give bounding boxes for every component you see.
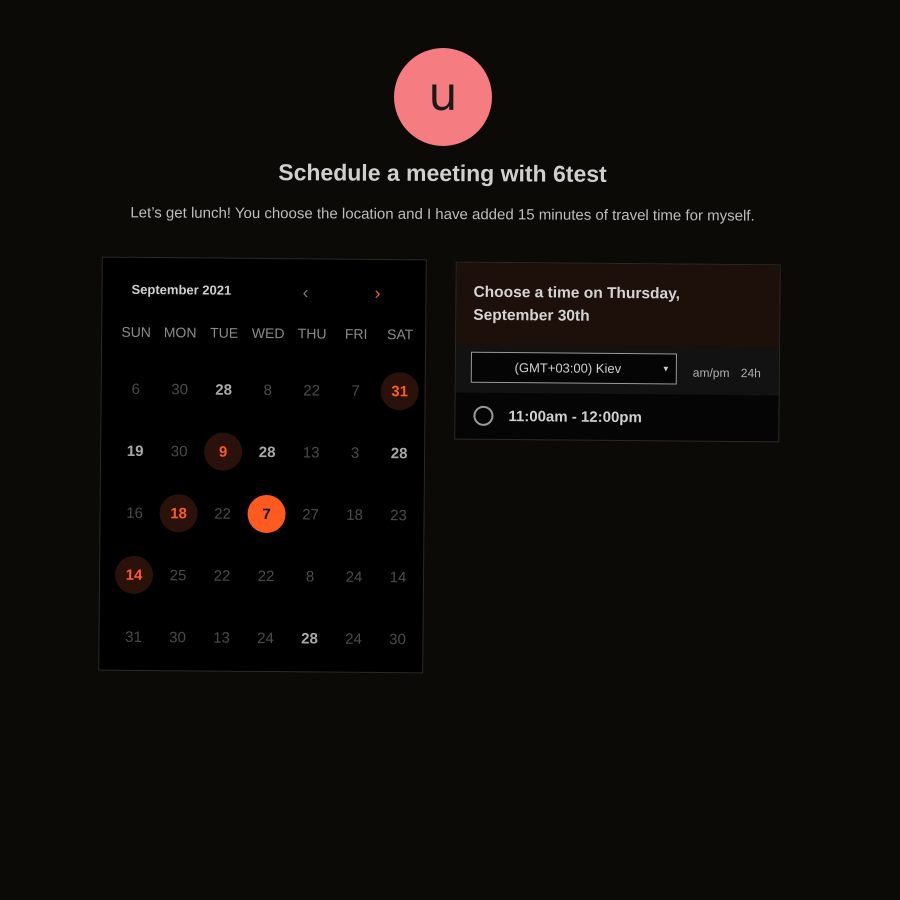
avatar-letter: u <box>428 67 458 121</box>
weekday-label: SAT <box>386 326 414 343</box>
time-panel-header: Choose a time on Thursday, September 30t… <box>456 262 780 348</box>
calendar-day-label: 14 <box>114 555 154 595</box>
calendar-day: 16 <box>112 482 157 544</box>
calendar-day: 19 <box>113 420 158 482</box>
calendar-day: 27 <box>288 483 333 545</box>
calendar-day-label: 30 <box>169 628 186 646</box>
calendar-day-label: 6 <box>131 380 140 398</box>
calendar-day-label: 7 <box>247 494 286 534</box>
calendar-day-label: 30 <box>171 380 189 398</box>
calendar-day-label: 31 <box>380 372 419 411</box>
calendar-day-label: 30 <box>389 630 406 648</box>
radio-button[interactable] <box>473 405 494 426</box>
calendar-day: 18 <box>332 484 377 546</box>
format-24h-toggle[interactable]: 24h <box>741 366 761 380</box>
calendar-day-label: 28 <box>215 381 233 399</box>
calendar-day: 22 <box>289 359 334 421</box>
calendar-day: 30 <box>157 420 202 482</box>
calendar-day: 7 <box>333 360 378 422</box>
calendar-day-label: 18 <box>159 494 198 533</box>
calendar-day: 8 <box>245 359 290 421</box>
calendar-day: 13 <box>199 606 244 668</box>
calendar-day-label: 8 <box>305 567 315 585</box>
calendar-day-label: 8 <box>263 381 272 399</box>
calendar-day-label: 31 <box>125 628 142 646</box>
calendar-day-label: 14 <box>389 568 407 586</box>
calendar-day: 22 <box>200 544 245 606</box>
calendar-day-label: 24 <box>257 629 274 647</box>
calendar-day: 13 <box>289 421 334 483</box>
calendar-day-label: 18 <box>346 506 363 524</box>
calendar-day-label: 22 <box>303 381 321 399</box>
calendar-day: 23 <box>376 484 421 546</box>
weekday-label: WED <box>251 324 285 342</box>
calendar-day-label: 28 <box>301 629 318 647</box>
calendar-day-label: 13 <box>213 629 230 647</box>
weekday-label: THU <box>297 325 327 342</box>
calendar-days-grid: 6 30 28 8 22 7 31 19 30 9 28 13 3 28 16 18 22 7 27 18 23 14 25… <box>111 358 422 671</box>
calendar-day[interactable]: 9 <box>201 420 246 482</box>
calendar-day[interactable]: 18 <box>156 482 201 544</box>
weekday-label: MON <box>163 324 197 341</box>
time-slot[interactable]: 11:00am - 12:00pm <box>455 393 778 442</box>
calendar-day: 28 <box>201 358 246 420</box>
time-panel-heading: Choose a time on Thursday, September 30t… <box>473 283 681 325</box>
calendar-day: 31 <box>111 606 156 668</box>
calendar-day: 24 <box>332 546 377 608</box>
calendar-day-label: 7 <box>351 382 360 400</box>
calendar-day[interactable]: 31 <box>377 360 422 422</box>
weekday-label: SUN <box>121 323 152 341</box>
calendar-day-label: 22 <box>214 505 231 523</box>
chevron-right-icon[interactable]: › <box>374 283 380 303</box>
calendar-day-label: 9 <box>203 432 243 471</box>
calendar-day: 28 <box>245 421 290 483</box>
weekday-label: TUE <box>210 324 239 341</box>
calendar-day: 6 <box>113 358 158 420</box>
calendar-day-label: 28 <box>258 443 276 461</box>
calendar-day-label: 24 <box>345 568 363 586</box>
calendar-day: 8 <box>288 545 333 607</box>
calendar-day[interactable]: 14 <box>112 544 157 606</box>
calendar-day-label: 3 <box>350 444 360 462</box>
calendar-day-label: 22 <box>257 567 275 585</box>
calendar-day: 24 <box>331 608 376 670</box>
calendar-day-label: 30 <box>170 442 188 460</box>
calendar-day: 3 <box>333 422 378 484</box>
calendar-day: 30 <box>155 606 200 668</box>
calendar-day: 28 <box>377 422 422 484</box>
timezone-row: (GMT+03:00) Kiev ▼ am/pm 24h <box>455 344 780 396</box>
calendar-day-label: 24 <box>345 630 362 648</box>
calendar-day-label: 22 <box>213 567 231 585</box>
calendar-day: 30 <box>157 358 202 420</box>
calendar-day: 25 <box>156 544 201 606</box>
calendar-day-label: 25 <box>169 566 187 584</box>
calendar-day-label: 13 <box>302 443 320 461</box>
calendar-day: 22 <box>200 482 245 544</box>
caret-down-icon: ▼ <box>661 364 670 374</box>
page-description: Let’s get lunch! You choose the location… <box>130 204 755 225</box>
avatar: u <box>394 48 492 146</box>
calendar-day-label: 27 <box>302 505 319 523</box>
calendar-day[interactable]: 7 <box>244 483 289 545</box>
time-slot-label: 11:00am - 12:00pm <box>508 407 642 426</box>
calendar-day-label: 19 <box>126 442 144 460</box>
calendar-day: 22 <box>244 545 289 607</box>
calendar-day: 28 <box>287 607 332 669</box>
calendar-day: 30 <box>375 608 420 670</box>
format-ampm-toggle[interactable]: am/pm <box>693 366 730 380</box>
page-title: Schedule a meeting with 6test <box>278 159 607 187</box>
chevron-left-icon[interactable]: ‹ <box>302 282 308 302</box>
weekday-label: FRI <box>344 325 368 342</box>
timezone-select[interactable]: (GMT+03:00) Kiev ▼ <box>470 351 677 385</box>
time-panel: Choose a time on Thursday, September 30t… <box>454 261 781 443</box>
calendar-month-label: September 2021 <box>131 281 232 298</box>
calendar-day: 24 <box>243 607 288 669</box>
calendar: September 2021 ‹ › SUN MON TUE WED THU F… <box>98 256 427 674</box>
calendar-day: 14 <box>376 546 421 608</box>
calendar-day-label: 28 <box>390 444 408 462</box>
calendar-day-label: 23 <box>390 506 407 524</box>
timezone-value: (GMT+03:00) Kiev <box>514 360 622 377</box>
weekday-header: SUN MON TUE WED THU FRI SAT <box>114 324 422 343</box>
calendar-day-label: 16 <box>126 504 143 522</box>
